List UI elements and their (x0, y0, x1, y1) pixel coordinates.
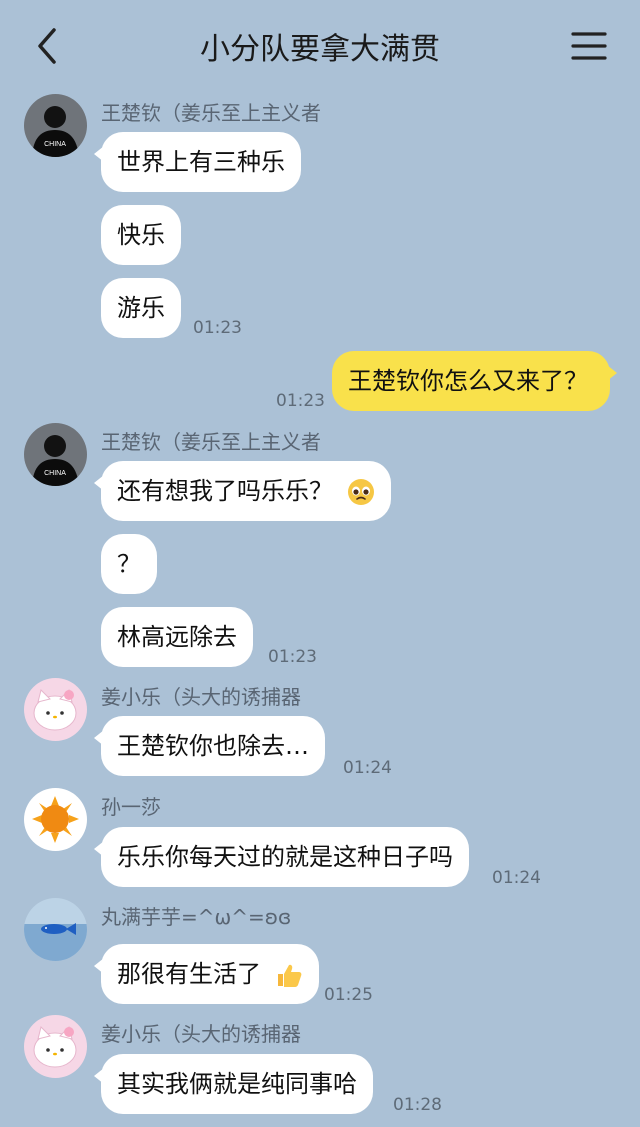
message-bubble[interactable]: 乐乐你每天过的就是这种日子吗 (94, 827, 469, 887)
sender-name: 姜小乐（头大的诱捕器 (101, 685, 301, 709)
message-text: 王楚钦你也除去… (117, 732, 309, 760)
svg-text:CHINA: CHINA (44, 141, 66, 148)
sender-name: 孙一莎 (101, 795, 161, 819)
avatar-jiang[interactable] (24, 678, 87, 741)
thumbs-up-emoji (277, 964, 302, 987)
pleading-face-emoji (347, 479, 374, 505)
message-text: 游乐 (117, 294, 165, 322)
svg-text:CHINA: CHINA (44, 470, 66, 477)
message-text: 快乐 (117, 221, 165, 249)
message-bubble[interactable]: 那很有生活了 (94, 944, 319, 1004)
sender-name: 丸满芋芋=^ω^=ʚɞ (101, 905, 292, 929)
message-text: 那很有生活了 (117, 960, 261, 988)
message-text: 还有想我了吗乐乐？ (117, 477, 333, 505)
avatar-sun[interactable] (24, 788, 87, 851)
message-bubble[interactable]: 世界上有三种乐 (94, 132, 301, 192)
message-text: 其实我俩就是纯同事哈 (117, 1070, 357, 1098)
message-time: 01:24 (492, 868, 541, 888)
message-time: 01:25 (324, 985, 373, 1005)
sender-name: 王楚钦（姜乐至上主义者 (101, 430, 321, 454)
message-time: 01:23 (276, 391, 325, 411)
message-bubble[interactable]: 其实我俩就是纯同事哈 (94, 1054, 373, 1114)
message-bubble[interactable]: 还有想我了吗乐乐？ (94, 461, 391, 521)
page-title: 小分队要拿大满贯 (200, 32, 440, 67)
message-bubble[interactable]: 王楚钦你也除去… (94, 716, 325, 776)
message-time: 01:28 (393, 1095, 442, 1115)
message-time: 01:23 (268, 647, 317, 667)
message-text: 王楚钦你怎么又来了？ (348, 367, 588, 395)
outgoing-message-bubble[interactable]: 王楚钦你怎么又来了？ (332, 351, 617, 411)
message-time: 01:24 (343, 758, 392, 778)
message-text: ？ (117, 550, 141, 578)
sender-name: 姜小乐（头大的诱捕器 (101, 1022, 301, 1046)
sender-name: 王楚钦（姜乐至上主义者 (101, 101, 321, 125)
chat-header: 小分队要拿大满贯 (0, 0, 640, 90)
avatar-wang[interactable]: CHINA (24, 94, 87, 157)
avatar-wanman[interactable] (24, 898, 87, 961)
hamburger-menu-icon[interactable] (570, 28, 608, 64)
message-text: 林高远除去 (117, 623, 237, 651)
message-time: 01:23 (193, 318, 242, 338)
message-bubble[interactable]: 林高远除去 (101, 607, 253, 667)
message-bubble[interactable]: 游乐 (101, 278, 181, 338)
message-text: 世界上有三种乐 (117, 148, 285, 176)
message-text: 乐乐你每天过的就是这种日子吗 (117, 843, 453, 871)
message-bubble[interactable]: ？ (101, 534, 157, 594)
avatar-jiang[interactable] (24, 1015, 87, 1078)
avatar-wang[interactable]: CHINA (24, 423, 87, 486)
message-bubble[interactable]: 快乐 (101, 205, 181, 265)
